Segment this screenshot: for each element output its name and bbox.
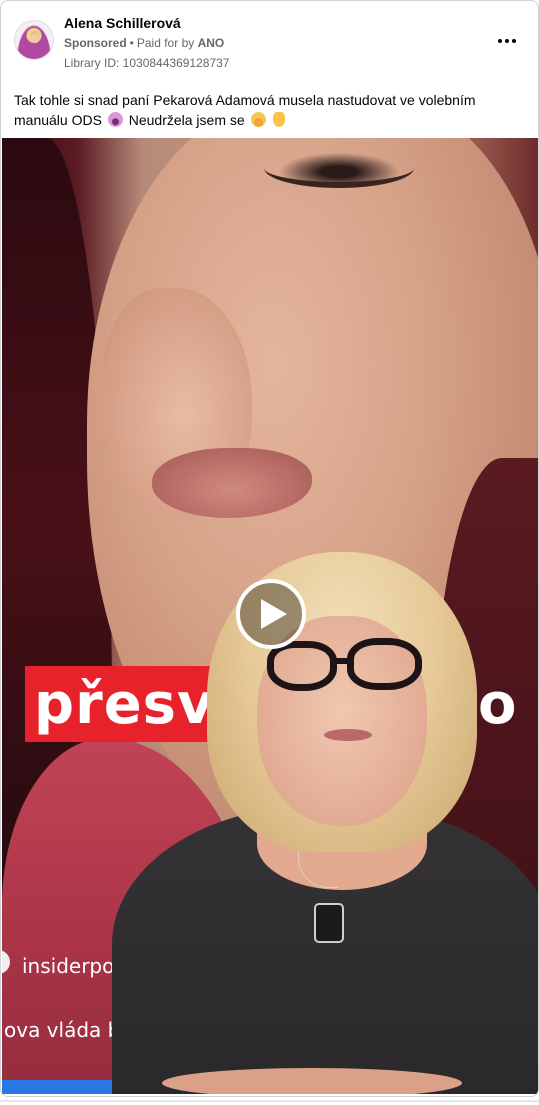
- video-media[interactable]: přesvě o insiderpoc ova vláda bu: [2, 138, 538, 1094]
- more-options-icon: [498, 39, 502, 43]
- presenter-glasses-right: [347, 638, 422, 690]
- avatar[interactable]: [14, 20, 54, 60]
- card-divider: [0, 1100, 539, 1102]
- astonished-emoji-icon: [107, 112, 123, 127]
- sponsored-label: Sponsored: [64, 36, 127, 50]
- avatar-face: [30, 31, 40, 43]
- background-eye: [264, 148, 414, 188]
- page-name[interactable]: Alena Schillerová: [64, 15, 181, 31]
- post-text-part2: Neudržela jsem se: [128, 112, 245, 128]
- ad-card: Alena Schillerová Sponsored • Paid for by …: [0, 0, 539, 1097]
- payer-name: ANO: [197, 36, 225, 50]
- paid-for-label: Paid for by: [136, 36, 195, 50]
- video-handle: insiderpoc: [22, 954, 126, 978]
- video-caption-suffix: o: [478, 672, 517, 737]
- post-text-part1: Tak tohle si snad paní Pekarová Adamová …: [14, 92, 476, 128]
- separator-dot: •: [129, 36, 134, 50]
- play-icon: [260, 599, 287, 629]
- presenter-glasses-bridge: [332, 658, 350, 664]
- presenter-glasses-left: [267, 641, 337, 691]
- post-text: Tak tohle si snad paní Pekarová Adamová …: [14, 90, 514, 130]
- progress-strip: [2, 1080, 122, 1094]
- pointing-down-emoji-icon: [273, 112, 286, 127]
- presenter-lips: [324, 729, 372, 741]
- sponsored-line: Sponsored • Paid for by ANO: [64, 36, 224, 50]
- play-button[interactable]: [236, 579, 306, 649]
- presenter-hands: [162, 1068, 462, 1094]
- library-id: Library ID: 1030844369128737: [64, 56, 230, 70]
- presenter-pendant: [314, 903, 344, 943]
- post-header: Alena Schillerová Sponsored • Paid for by …: [1, 1, 538, 79]
- hand-over-mouth-emoji-icon: [250, 112, 266, 127]
- more-options-button[interactable]: [493, 31, 521, 51]
